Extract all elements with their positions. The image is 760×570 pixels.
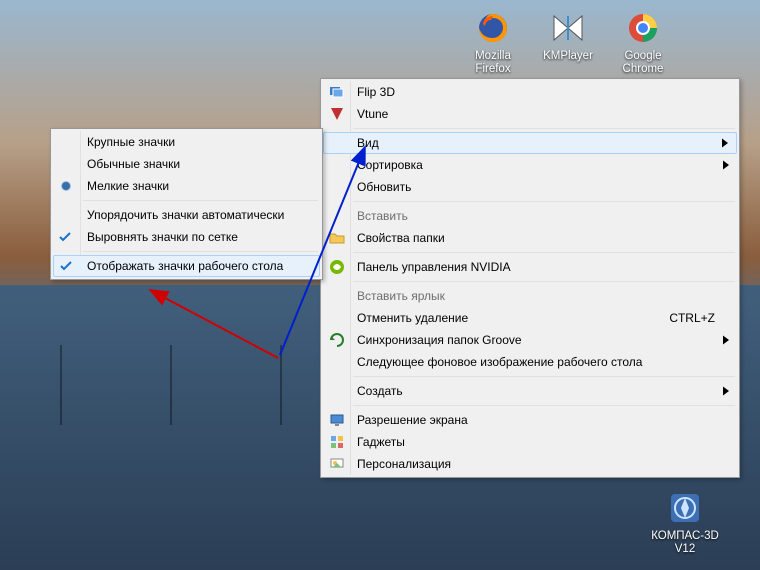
menu-separator <box>353 281 735 282</box>
desktop-context-menu: Flip 3D Vtune Вид Сортировка Обновить Вс… <box>320 78 740 478</box>
menu-separator <box>353 376 735 377</box>
desktop-icon-chrome[interactable]: GoogleChrome <box>608 10 678 76</box>
menu-item-label: Вид <box>357 136 379 150</box>
chrome-icon <box>625 10 661 46</box>
menu-item-vtune[interactable]: Vtune <box>323 103 737 125</box>
menu-separator <box>353 252 735 253</box>
menu-item-label: Крупные значки <box>87 135 175 149</box>
menu-separator <box>353 128 735 129</box>
menu-item-paste-shortcut: Вставить ярлык <box>323 285 737 307</box>
menu-item-label: Отображать значки рабочего стола <box>87 259 283 273</box>
menu-item-sort[interactable]: Сортировка <box>323 154 737 176</box>
desktop-background[interactable]: MozillaFirefox KMPlayer GoogleChrome КОМ… <box>0 0 760 570</box>
radio-indicator <box>62 182 70 190</box>
desktop-icon-label: КОМПАС-3DV12 <box>650 530 720 556</box>
menu-item-label: Vtune <box>357 107 388 121</box>
submenu-arrow-icon <box>723 161 729 170</box>
firefox-icon <box>475 10 511 46</box>
menu-item-label: Flip 3D <box>357 85 395 99</box>
menu-separator <box>353 405 735 406</box>
menu-item-create[interactable]: Создать <box>323 380 737 402</box>
nvidia-icon <box>329 259 345 275</box>
menu-item-undo-delete[interactable]: Отменить удаление CTRL+Z <box>323 307 737 329</box>
menu-item-label: Свойства папки <box>357 231 445 245</box>
kmplayer-icon <box>550 10 586 46</box>
menu-item-personalize[interactable]: Персонализация <box>323 453 737 475</box>
vtune-icon <box>329 106 345 122</box>
menu-item-label: Обновить <box>357 180 411 194</box>
view-submenu: Крупные значки Обычные значки Мелкие зна… <box>50 128 323 280</box>
menu-item-label: Панель управления NVIDIA <box>357 260 511 274</box>
menu-item-label: Выровнять значки по сетке <box>87 230 238 244</box>
menu-item-nvidia[interactable]: Панель управления NVIDIA <box>323 256 737 278</box>
menu-item-resolution[interactable]: Разрешение экрана <box>323 409 737 431</box>
submenu-item-snap-to-grid[interactable]: Выровнять значки по сетке <box>53 226 320 248</box>
folder-icon <box>329 230 345 246</box>
personalize-icon <box>329 456 345 472</box>
menu-item-label: Синхронизация папок Groove <box>357 333 522 347</box>
submenu-item-auto-arrange[interactable]: Упорядочить значки автоматически <box>53 204 320 226</box>
menu-item-refresh[interactable]: Обновить <box>323 176 737 198</box>
menu-item-label: Вставить ярлык <box>357 289 445 303</box>
desktop-icon-kmplayer[interactable]: KMPlayer <box>533 10 603 63</box>
menu-item-gadgets[interactable]: Гаджеты <box>323 431 737 453</box>
menu-item-label: Сортировка <box>357 158 423 172</box>
submenu-arrow-icon <box>723 387 729 396</box>
menu-item-label: Отменить удаление <box>357 311 468 325</box>
menu-item-groove-sync[interactable]: Синхронизация папок Groove <box>323 329 737 351</box>
monitor-icon <box>329 412 345 428</box>
menu-item-label: Следующее фоновое изображение рабочего с… <box>357 355 642 369</box>
kompas-icon <box>667 490 703 526</box>
gadgets-icon <box>329 434 345 450</box>
flip3d-icon <box>329 84 345 100</box>
menu-separator <box>353 201 735 202</box>
menu-separator <box>83 200 318 201</box>
check-icon <box>59 231 71 243</box>
submenu-item-small-icons[interactable]: Мелкие значки <box>53 175 320 197</box>
desktop-icon-label: KMPlayer <box>533 50 603 63</box>
menu-item-view[interactable]: Вид <box>323 132 737 154</box>
desktop-icon-label: GoogleChrome <box>608 50 678 76</box>
menu-item-folder-properties[interactable]: Свойства папки <box>323 227 737 249</box>
menu-item-label: Обычные значки <box>87 157 180 171</box>
desktop-icon-label: MozillaFirefox <box>458 50 528 76</box>
desktop-icon-kompas[interactable]: КОМПАС-3DV12 <box>650 490 720 556</box>
menu-shortcut: CTRL+Z <box>669 307 715 329</box>
submenu-arrow-icon <box>723 336 729 345</box>
menu-separator <box>83 251 318 252</box>
menu-item-paste: Вставить <box>323 205 737 227</box>
groove-icon <box>329 332 345 348</box>
desktop-icon-firefox[interactable]: MozillaFirefox <box>458 10 528 76</box>
submenu-arrow-icon <box>722 139 728 148</box>
submenu-item-medium-icons[interactable]: Обычные значки <box>53 153 320 175</box>
menu-item-label: Гаджеты <box>357 435 405 449</box>
menu-item-label: Упорядочить значки автоматически <box>87 208 284 222</box>
menu-item-label: Разрешение экрана <box>357 413 468 427</box>
menu-item-label: Персонализация <box>357 457 451 471</box>
menu-item-label: Создать <box>357 384 403 398</box>
menu-item-next-wallpaper[interactable]: Следующее фоновое изображение рабочего с… <box>323 351 737 373</box>
menu-item-label: Мелкие значки <box>87 179 169 193</box>
menu-item-label: Вставить <box>357 209 408 223</box>
menu-item-flip3d[interactable]: Flip 3D <box>323 81 737 103</box>
check-icon <box>60 260 72 272</box>
submenu-item-large-icons[interactable]: Крупные значки <box>53 131 320 153</box>
submenu-item-show-desktop-icons[interactable]: Отображать значки рабочего стола <box>53 255 320 277</box>
